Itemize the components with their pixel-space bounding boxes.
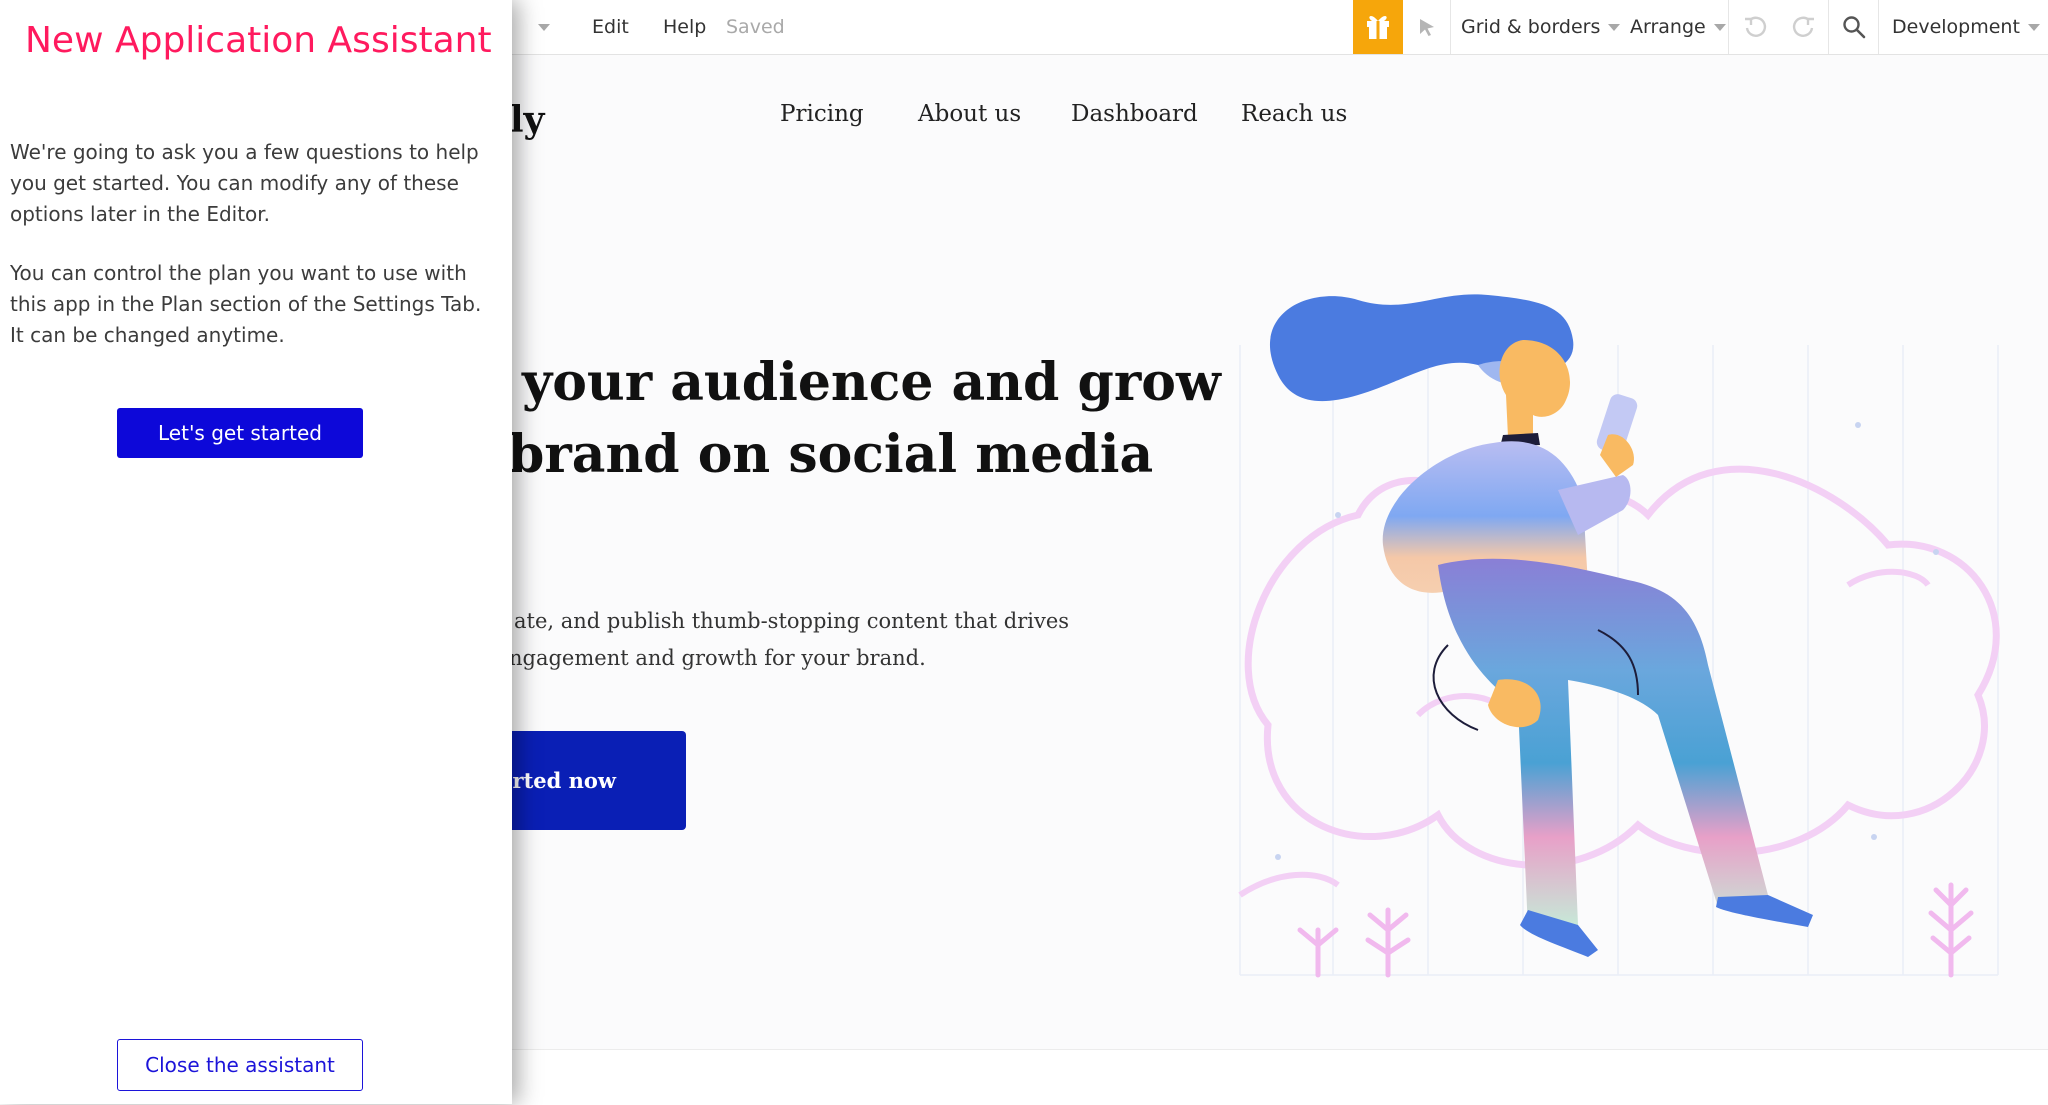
- cta-label: arted now: [498, 768, 616, 793]
- grid-borders-label: Grid & borders: [1461, 16, 1601, 38]
- undo-button[interactable]: [1733, 0, 1777, 54]
- grid-borders-menu[interactable]: Grid & borders: [1461, 0, 1621, 54]
- pointer-icon: [1420, 19, 1434, 36]
- assistant-title: New Application Assistant: [25, 20, 492, 61]
- help-menu[interactable]: Help: [663, 0, 706, 54]
- undo-icon: [1745, 16, 1767, 37]
- chevron-down-icon: [1608, 24, 1621, 31]
- gift-button[interactable]: [1353, 0, 1403, 54]
- nav-link-pricing[interactable]: Pricing: [780, 101, 864, 127]
- gift-icon: [1367, 15, 1389, 39]
- environment-menu[interactable]: Development: [1892, 0, 2040, 54]
- nav-link-dashboard[interactable]: Dashboard: [1071, 101, 1198, 127]
- environment-label: Development: [1892, 16, 2020, 38]
- close-assistant-button[interactable]: Close the assistant: [117, 1039, 363, 1091]
- nav-link-reach-us[interactable]: Reach us: [1241, 101, 1347, 127]
- lets-get-started-button[interactable]: Let's get started: [117, 408, 363, 458]
- save-status: Saved: [726, 16, 785, 38]
- arrange-menu[interactable]: Arrange: [1630, 0, 1726, 54]
- chevron-down-icon: [538, 24, 550, 31]
- search-button[interactable]: [1832, 0, 1876, 54]
- redo-button[interactable]: [1782, 0, 1826, 54]
- redo-icon: [1792, 16, 1814, 37]
- arrange-label: Arrange: [1630, 16, 1706, 38]
- page-dropdown-chevron[interactable]: [530, 0, 550, 54]
- search-icon: [1843, 16, 1866, 39]
- new-app-assistant-panel: New Application Assistant We're going to…: [0, 0, 512, 1104]
- select-mode-button[interactable]: [1405, 0, 1449, 54]
- chevron-down-icon: [2027, 24, 2040, 31]
- chevron-down-icon: [1713, 24, 1726, 31]
- nav-link-about[interactable]: About us: [918, 101, 1021, 127]
- assistant-plan-text: You can control the plan you want to use…: [10, 261, 482, 347]
- hero-illustration: [1238, 294, 2000, 978]
- assistant-intro-text: We're going to ask you a few questions t…: [10, 140, 479, 226]
- edit-menu[interactable]: Edit: [592, 0, 629, 54]
